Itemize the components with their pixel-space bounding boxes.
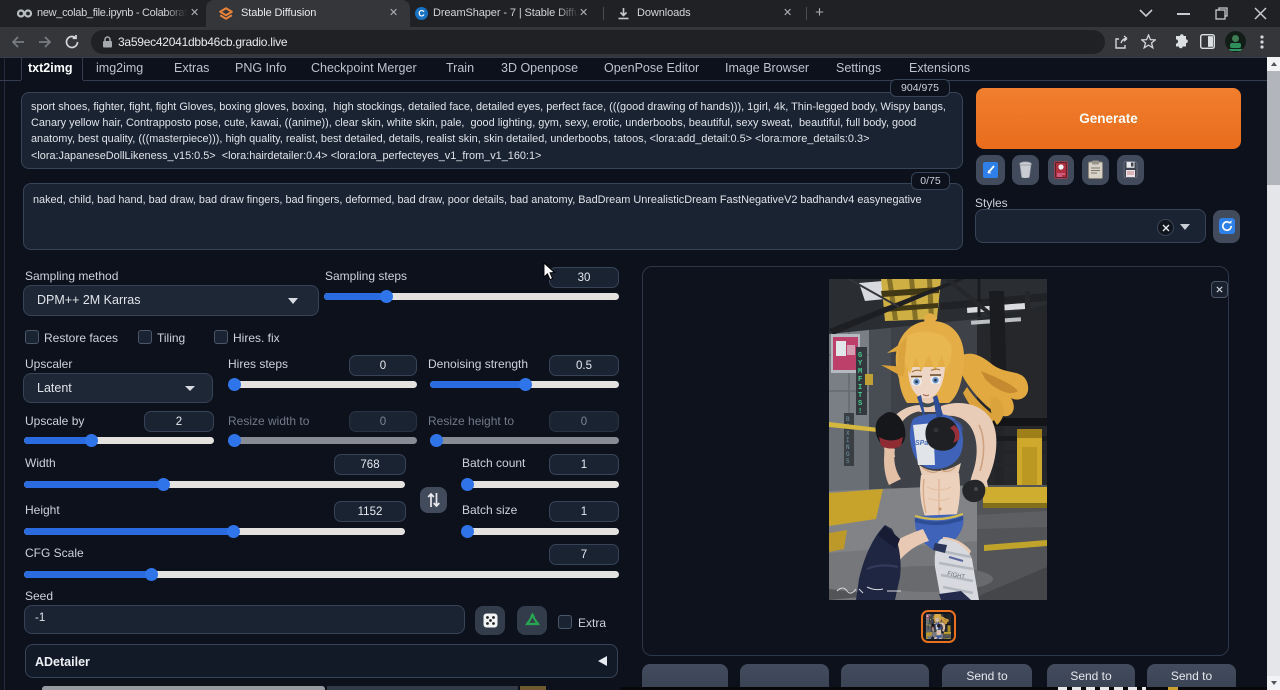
svg-text:C: C [418, 9, 425, 19]
